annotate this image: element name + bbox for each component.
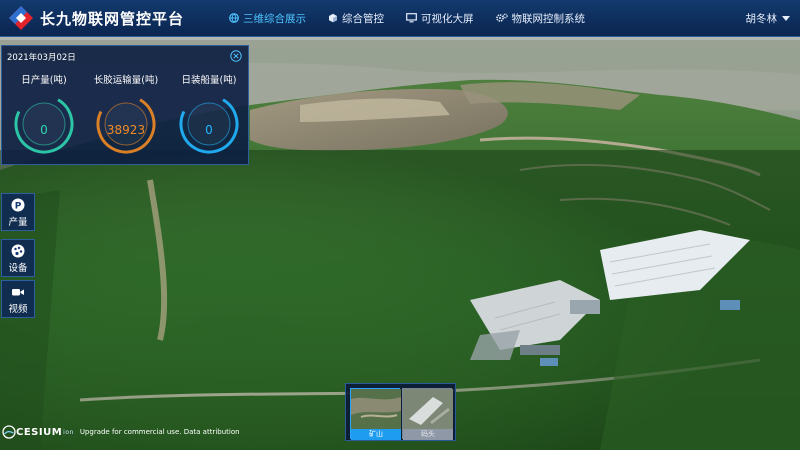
nav-item-iot-control[interactable]: 物联网控制系统 [485, 0, 597, 37]
user-menu[interactable]: 胡冬林 [745, 0, 790, 37]
gauge-label: 日装船量(吨) [181, 75, 237, 86]
globe-icon [229, 13, 239, 23]
palette-icon [11, 244, 25, 258]
mine-thumbnail [351, 389, 401, 429]
nav-item-label: 三维综合展示 [243, 12, 307, 25]
cesium-wordmark: CESIUM [16, 426, 63, 438]
parking-p-icon: P [11, 198, 25, 212]
map-credits: CESIUM ion Upgrade for commercial use. D… [0, 424, 240, 440]
chevron-down-icon [782, 16, 790, 21]
gauge-value: 0 [40, 123, 48, 137]
monitor-icon [406, 13, 417, 23]
main-nav: 三维综合展示 综合管控 可视化大屏 物联网控制系统 [218, 0, 596, 37]
video-camera-icon [12, 289, 24, 296]
credit-text: Upgrade for commercial use. Data attribu… [80, 428, 240, 436]
app-root: 长九物联网管控平台 三维综合展示 综合管控 可视化大屏 物联网控制系统 胡冬林 … [0, 0, 800, 450]
user-name: 胡冬林 [745, 13, 778, 25]
gears-icon [495, 13, 508, 22]
cesium-logo[interactable]: CESIUM ion [2, 425, 74, 439]
gauge-label: 长胶运输量(吨) [93, 75, 159, 86]
cesium-globe-icon [2, 425, 16, 439]
scene-switcher: 矿山 码头 [345, 383, 456, 441]
data-attribution-link[interactable]: Data attribution [184, 428, 240, 436]
gauge-value: 38923 [106, 123, 146, 137]
scene-thumb-wharf[interactable]: 码头 [402, 388, 453, 440]
nav-item-visual-screen[interactable]: 可视化大屏 [395, 0, 485, 37]
nav-item-3d-display[interactable]: 三维综合展示 [218, 0, 317, 37]
gauge-daily-shipment: 日装船量(吨) 0 [169, 72, 249, 156]
nav-item-label: 综合管控 [342, 12, 385, 25]
close-icon[interactable] [230, 50, 242, 62]
top-navigation-bar: 长九物联网管控平台 三维综合展示 综合管控 可视化大屏 物联网控制系统 胡冬林 [0, 0, 800, 37]
wharf-thumbnail [403, 389, 453, 429]
gauge-value: 0 [205, 123, 213, 137]
nav-item-label: 可视化大屏 [421, 12, 474, 25]
thumb-label: 矿山 [351, 429, 401, 440]
side-tool-label: 设备 [8, 263, 28, 274]
cube-icon [329, 13, 338, 23]
gauge-belt-transport: 长胶运输量(吨) 38923 [86, 72, 166, 156]
side-tool-video[interactable]: 视频 [1, 280, 35, 318]
gauge-label: 日产量(吨) [21, 75, 67, 86]
side-tool-equipment[interactable]: 设备 [1, 239, 35, 277]
svg-text:P: P [15, 202, 22, 212]
side-tool-label: 视频 [8, 304, 28, 315]
stats-date: 2021年03月02日 [7, 53, 76, 63]
app-title: 长九物联网管控平台 [40, 9, 185, 28]
scene-thumb-mine[interactable]: 矿山 [350, 388, 401, 440]
side-tool-label: 产量 [8, 217, 28, 228]
nav-item-integrated-control[interactable]: 综合管控 [317, 0, 395, 37]
app-logo-icon [6, 3, 36, 33]
thumb-label: 码头 [403, 429, 453, 440]
nav-item-label: 物联网控制系统 [511, 12, 586, 25]
cesium-ion-suffix: ion [63, 428, 74, 436]
upgrade-notice: Upgrade for commercial use. [79, 428, 182, 436]
production-stats-panel: 2021年03月02日 日产量(吨) 0 长胶运输量(吨) 38923 日装船量… [1, 45, 249, 165]
gauge-daily-output: 日产量(吨) 0 [4, 72, 84, 156]
side-tool-output[interactable]: P 产量 [1, 193, 35, 231]
